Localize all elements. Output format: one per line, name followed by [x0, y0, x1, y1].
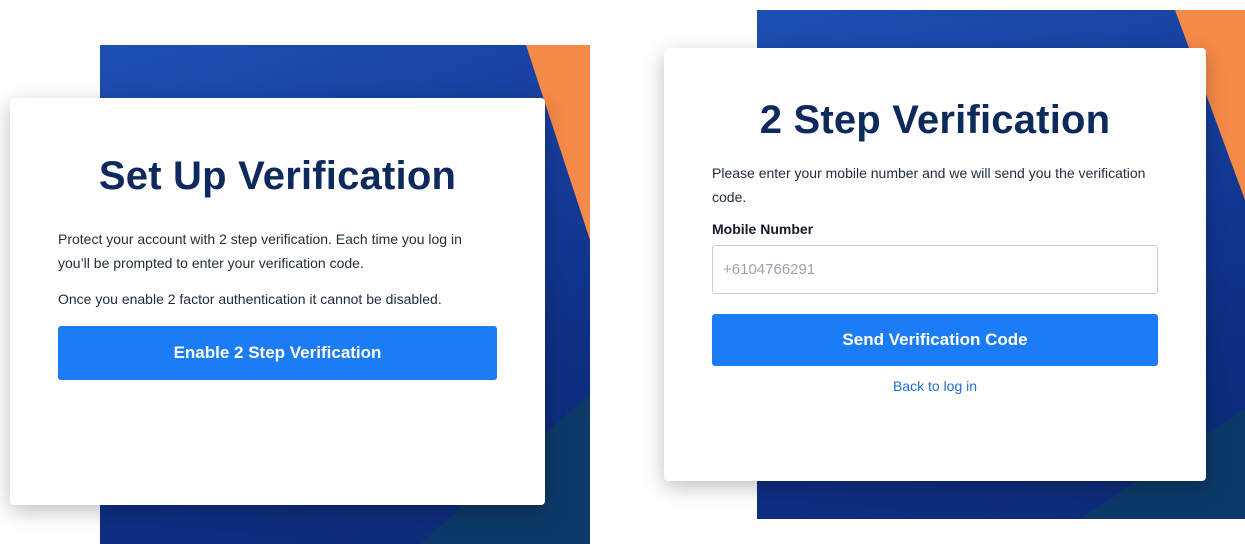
- setup-title: Set Up Verification: [98, 154, 457, 198]
- setup-verification-card: Set Up Verification Protect your account…: [10, 98, 545, 505]
- enable-2-step-button[interactable]: Enable 2 Step Verification: [58, 326, 497, 380]
- back-to-login-link[interactable]: Back to log in: [712, 378, 1158, 394]
- mobile-number-label: Mobile Number: [712, 221, 814, 237]
- send-verification-code-button[interactable]: Send Verification Code: [712, 314, 1158, 366]
- verify-description: Please enter your mobile number and we w…: [712, 165, 1146, 205]
- setup-description: Protect your account with 2 step verific…: [58, 231, 462, 271]
- two-step-verification-card: 2 Step Verification Please enter your mo…: [664, 48, 1206, 481]
- mobile-number-input[interactable]: [712, 245, 1158, 294]
- setup-warning-text: Once you enable 2 factor authentication …: [58, 291, 442, 307]
- verify-title: 2 Step Verification: [759, 98, 1111, 142]
